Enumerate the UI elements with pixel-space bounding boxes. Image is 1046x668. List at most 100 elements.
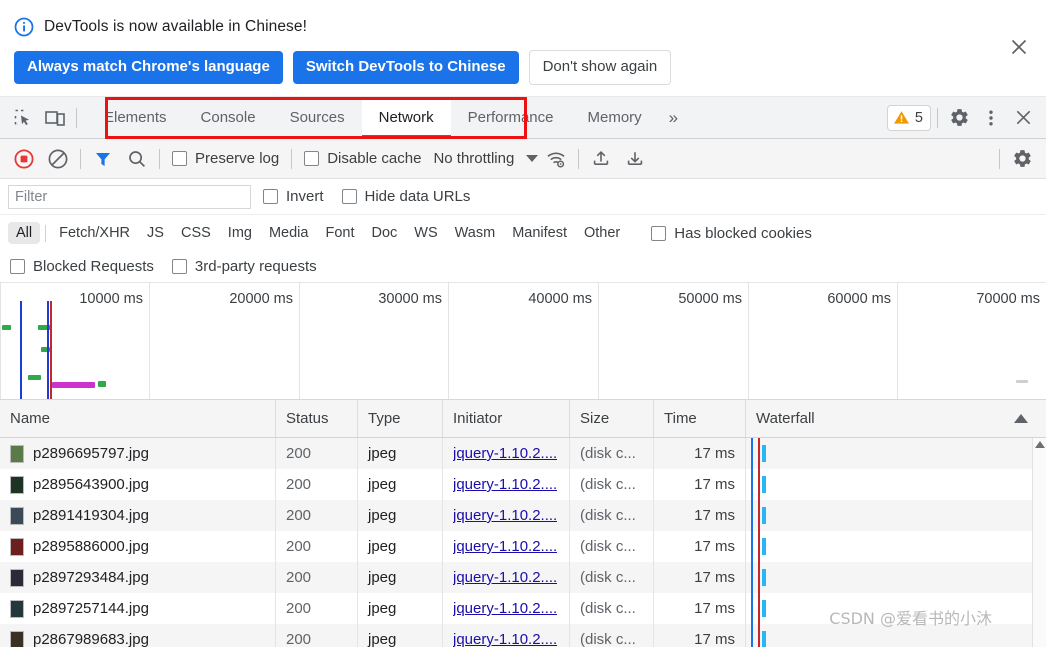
filter-input[interactable] [8,184,251,209]
tab-network[interactable]: Network [361,97,451,138]
network-overview-timeline[interactable]: 10000 ms 20000 ms 30000 ms 40000 ms 5000… [0,283,1046,400]
type-chip-css[interactable]: CSS [173,222,219,244]
table-scrollbar[interactable] [1032,438,1046,647]
overview-request-bar [28,375,41,380]
warning-badge[interactable]: 5 [886,104,931,131]
column-header-type[interactable]: Type [358,400,443,437]
initiator-link[interactable]: jquery-1.10.2.... [453,631,557,647]
column-header-waterfall[interactable]: Waterfall [746,400,1046,437]
type-chip-doc[interactable]: Doc [363,222,405,244]
column-header-name[interactable]: Name [0,400,276,437]
invert-checkbox[interactable]: Invert [257,188,330,205]
tab-memory[interactable]: Memory [571,97,659,138]
language-banner: DevTools is now available in Chinese! Al… [0,0,1046,97]
request-name: p2895643900.jpg [33,476,149,493]
initiator-link[interactable]: jquery-1.10.2.... [453,445,557,462]
hide-data-urls-checkbox[interactable]: Hide data URLs [336,188,477,205]
disable-cache-checkbox[interactable]: Disable cache [298,150,427,167]
toolbar-divider [76,107,77,128]
filter-funnel-icon[interactable] [87,144,119,174]
tab-elements[interactable]: Elements [87,97,184,138]
checkbox-box[interactable] [172,151,187,166]
dont-show-again-button[interactable]: Don't show again [528,50,672,85]
waterfall-dom-content-loaded-line [751,593,753,624]
waterfall-dom-content-loaded-line [751,469,753,500]
timeline-gridline [448,283,449,399]
table-row[interactable]: p2867989683.jpg 200 jpeg jquery-1.10.2.... (… [0,624,1046,647]
cell-name: p2895643900.jpg [0,469,276,500]
gear-icon[interactable] [944,103,974,133]
tab-sources[interactable]: Sources [273,97,362,138]
checkbox-box[interactable] [263,189,278,204]
timeline-tick-label: 20000 ms [229,291,293,307]
file-thumbnail-icon [10,599,24,618]
initiator-link[interactable]: jquery-1.10.2.... [453,600,557,617]
clear-no-entry-icon[interactable] [42,144,74,174]
warning-triangle-icon [893,111,909,124]
cell-status: 200 [276,438,358,469]
type-chip-img[interactable]: Img [220,222,260,244]
table-row[interactable]: p2891419304.jpg 200 jpeg jquery-1.10.2.... (… [0,500,1046,531]
type-chip-wasm[interactable]: Wasm [447,222,504,244]
download-arrow-icon[interactable] [619,144,651,174]
type-chip-js[interactable]: JS [139,222,172,244]
has-blocked-cookies-checkbox[interactable]: Has blocked cookies [645,225,818,242]
tab-list: Elements Console Sources Network Perform… [87,97,688,138]
hide-data-urls-label: Hide data URLs [364,188,471,205]
switch-devtools-to-chinese-button[interactable]: Switch DevTools to Chinese [292,51,519,84]
column-header-size[interactable]: Size [570,400,654,437]
network-toolbar: Preserve log Disable cache No throttling [0,139,1046,179]
record-stop-icon[interactable] [8,144,40,174]
always-match-chrome-language-button[interactable]: Always match Chrome's language [14,51,283,84]
table-row[interactable]: p2896695797.jpg 200 jpeg jquery-1.10.2.... (… [0,438,1046,469]
cell-type: jpeg [358,624,443,647]
table-row[interactable]: p2897293484.jpg 200 jpeg jquery-1.10.2.... (… [0,562,1046,593]
table-row[interactable]: p2895886000.jpg 200 jpeg jquery-1.10.2.... (… [0,531,1046,562]
type-chip-manifest[interactable]: Manifest [504,222,575,244]
type-chip-ws[interactable]: WS [406,222,445,244]
type-chip-all[interactable]: All [8,222,41,244]
network-settings-gear-icon[interactable] [1006,144,1038,174]
preserve-log-checkbox[interactable]: Preserve log [166,150,285,167]
checkbox-box[interactable] [10,259,25,274]
column-header-time[interactable]: Time [654,400,746,437]
upload-arrow-icon[interactable] [585,144,617,174]
checkbox-box[interactable] [171,259,187,274]
column-label: Type [368,410,401,427]
throttling-dropdown[interactable]: No throttling [429,150,539,167]
column-header-status[interactable]: Status [276,400,358,437]
timeline-gridline [748,283,749,399]
table-row[interactable]: p2897257144.jpg 200 jpeg jquery-1.10.2.... (… [0,593,1046,624]
initiator-link[interactable]: jquery-1.10.2.... [453,538,557,555]
checkbox-box[interactable] [341,189,357,204]
checkbox-box[interactable] [304,151,320,166]
table-row[interactable]: p2895643900.jpg 200 jpeg jquery-1.10.2.... (… [0,469,1046,500]
tab-console[interactable]: Console [184,97,273,138]
device-toolbar-icon[interactable] [40,103,70,133]
more-vertical-icon[interactable] [976,103,1006,133]
type-chip-other[interactable]: Other [576,222,628,244]
search-icon[interactable] [121,144,153,174]
initiator-link[interactable]: jquery-1.10.2.... [453,476,557,493]
third-party-requests-checkbox[interactable]: 3rd-party requests [171,258,317,275]
column-header-initiator[interactable]: Initiator [443,400,570,437]
initiator-link[interactable]: jquery-1.10.2.... [453,569,557,586]
waterfall-load-event-line [758,500,760,531]
blocked-requests-checkbox[interactable]: Blocked Requests [10,258,154,275]
toolbar-divider [80,148,81,169]
type-chip-font[interactable]: Font [317,222,362,244]
type-chip-media[interactable]: Media [261,222,317,244]
timeline-gridline [897,283,898,399]
scroll-up-arrow-icon[interactable] [1035,441,1045,448]
chevron-double-right-icon[interactable]: » [659,97,688,138]
type-chip-fetch-xhr[interactable]: Fetch/XHR [51,222,138,244]
inspect-element-icon[interactable] [8,103,38,133]
wifi-settings-icon[interactable] [540,144,572,174]
checkbox-box[interactable] [651,225,667,241]
close-devtools-icon[interactable] [1008,103,1038,133]
banner-close-button[interactable] [1006,34,1032,60]
cell-size: (disk c... [570,593,654,624]
initiator-link[interactable]: jquery-1.10.2.... [453,507,557,524]
tab-performance[interactable]: Performance [451,97,571,138]
waterfall-request-bar [762,476,766,493]
